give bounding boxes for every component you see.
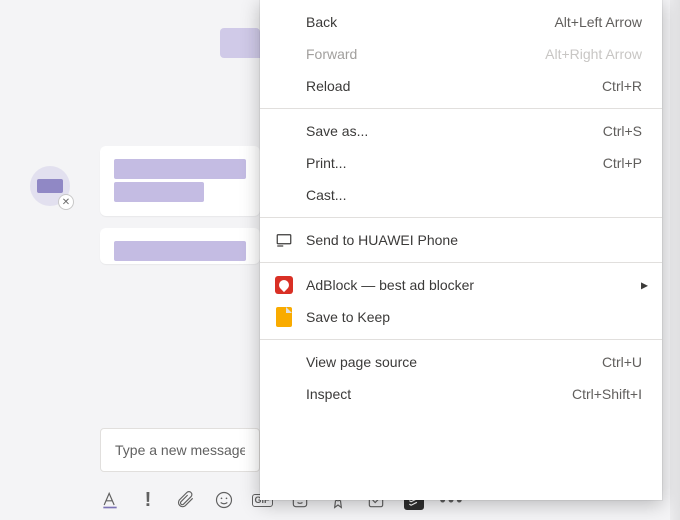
ctx-separator — [260, 217, 662, 218]
message-text-redacted — [114, 159, 246, 179]
ctx-accel: Ctrl+U — [602, 354, 642, 370]
ctx-label: Print... — [306, 155, 603, 171]
message-text-redacted — [114, 241, 246, 261]
ctx-accel: Ctrl+Shift+I — [572, 386, 642, 402]
emoji-icon[interactable] — [214, 490, 234, 510]
avatar-circle: ✕ — [30, 166, 70, 206]
ctx-save-to-keep[interactable]: Save to Keep — [260, 301, 662, 333]
ctx-forward: Forward Alt+Right Arrow — [260, 38, 662, 70]
ctx-label: Cast... — [306, 187, 642, 203]
priority-icon[interactable]: ! — [138, 490, 158, 510]
attach-icon[interactable] — [176, 490, 196, 510]
ctx-label: Inspect — [306, 386, 572, 402]
ctx-print[interactable]: Print... Ctrl+P — [260, 147, 662, 179]
ctx-label: Back — [306, 14, 554, 30]
ctx-accel: Ctrl+S — [603, 123, 642, 139]
ctx-label: Save as... — [306, 123, 603, 139]
incoming-message[interactable] — [100, 146, 260, 216]
ctx-accel: Ctrl+R — [602, 78, 642, 94]
ctx-label: Reload — [306, 78, 602, 94]
ctx-label: View page source — [306, 354, 602, 370]
ctx-accel: Alt+Left Arrow — [554, 14, 642, 30]
ctx-adblock[interactable]: AdBlock — best ad blocker ▸ — [260, 269, 662, 301]
ctx-label: Send to HUAWEI Phone — [306, 232, 642, 248]
ctx-separator — [260, 108, 662, 109]
ctx-back[interactable]: Back Alt+Left Arrow — [260, 6, 662, 38]
ctx-label: Forward — [306, 46, 545, 62]
sender-avatar[interactable]: ✕ — [30, 166, 70, 206]
ctx-separator — [260, 339, 662, 340]
ctx-separator — [260, 262, 662, 263]
ctx-label: AdBlock — best ad blocker — [306, 277, 642, 293]
ctx-send-huawei[interactable]: Send to HUAWEI Phone — [260, 224, 662, 256]
format-icon[interactable] — [100, 490, 120, 510]
ctx-cast[interactable]: Cast... — [260, 179, 662, 211]
adblock-icon — [274, 275, 294, 295]
submenu-caret-icon: ▸ — [641, 277, 648, 294]
compose-input[interactable]: Type a new message — [100, 428, 260, 472]
ctx-reload[interactable]: Reload Ctrl+R — [260, 70, 662, 102]
avatar-initials-placeholder — [37, 179, 63, 193]
context-menu: Back Alt+Left Arrow Forward Alt+Right Ar… — [260, 0, 662, 500]
compose-placeholder: Type a new message — [115, 442, 245, 458]
ctx-accel: Ctrl+P — [603, 155, 642, 171]
ctx-label: Save to Keep — [306, 309, 642, 325]
presence-offline-icon: ✕ — [58, 194, 74, 210]
ctx-accel: Alt+Right Arrow — [545, 46, 642, 62]
cast-device-icon — [274, 230, 294, 250]
ctx-view-source[interactable]: View page source Ctrl+U — [260, 346, 662, 378]
message-text-redacted — [114, 182, 204, 202]
keep-icon — [274, 307, 294, 327]
incoming-message[interactable] — [100, 228, 260, 264]
ctx-save-as[interactable]: Save as... Ctrl+S — [260, 115, 662, 147]
ctx-inspect[interactable]: Inspect Ctrl+Shift+I — [260, 378, 662, 410]
outgoing-message-fragment — [220, 28, 260, 58]
